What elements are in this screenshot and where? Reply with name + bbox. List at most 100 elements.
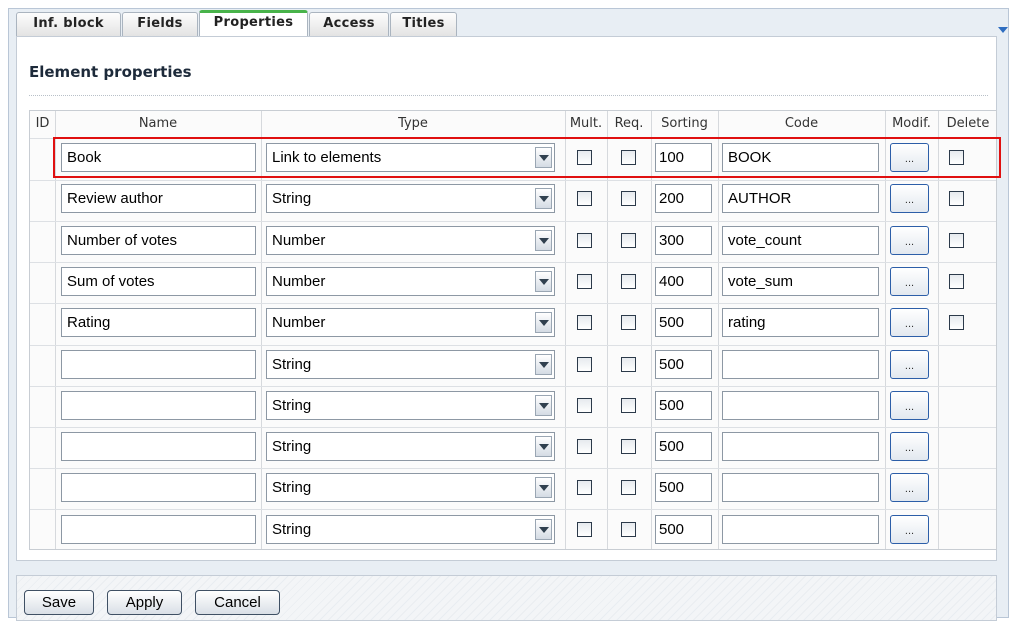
tab-menu-arrow-icon[interactable]: [998, 27, 1008, 33]
cancel-button[interactable]: Cancel: [195, 590, 280, 615]
modify-button[interactable]: ...: [890, 391, 929, 420]
code-input[interactable]: [722, 432, 879, 461]
name-input[interactable]: Number of votes: [61, 226, 256, 255]
code-input[interactable]: vote_count: [722, 226, 879, 255]
type-select[interactable]: String: [266, 515, 555, 544]
mult-checkbox[interactable]: [577, 439, 592, 454]
req-checkbox[interactable]: [621, 439, 636, 454]
save-button[interactable]: Save: [24, 590, 94, 615]
code-input[interactable]: vote_sum: [722, 267, 879, 296]
chevron-down-icon[interactable]: [535, 312, 552, 333]
chevron-down-icon[interactable]: [535, 395, 552, 416]
modify-button[interactable]: ...: [890, 432, 929, 461]
column-header-delete: Delete: [946, 116, 990, 131]
code-input[interactable]: [722, 391, 879, 420]
column-divider: [565, 111, 566, 549]
chevron-down-icon[interactable]: [535, 354, 552, 375]
req-checkbox[interactable]: [621, 233, 636, 248]
type-select[interactable]: Number: [266, 308, 555, 337]
type-select[interactable]: String: [266, 432, 555, 461]
name-input[interactable]: [61, 432, 256, 461]
type-select[interactable]: String: [266, 350, 555, 379]
type-select[interactable]: String: [266, 473, 555, 502]
code-input[interactable]: [722, 473, 879, 502]
modify-button[interactable]: ...: [890, 308, 929, 337]
req-checkbox[interactable]: [621, 522, 636, 537]
mult-checkbox[interactable]: [577, 191, 592, 206]
mult-checkbox[interactable]: [577, 233, 592, 248]
sorting-input[interactable]: 500: [655, 515, 712, 544]
req-checkbox[interactable]: [621, 357, 636, 372]
code-input[interactable]: rating: [722, 308, 879, 337]
sorting-input[interactable]: 500: [655, 391, 712, 420]
delete-checkbox[interactable]: [949, 233, 964, 248]
chevron-down-icon[interactable]: [535, 147, 552, 168]
type-select[interactable]: Link to elements: [266, 143, 555, 172]
row-divider: [30, 303, 996, 304]
sorting-input[interactable]: 500: [655, 432, 712, 461]
chevron-down-icon[interactable]: [535, 436, 552, 457]
sorting-input[interactable]: 500: [655, 350, 712, 379]
chevron-down-icon[interactable]: [535, 271, 552, 292]
code-input[interactable]: [722, 350, 879, 379]
sorting-input[interactable]: 500: [655, 473, 712, 502]
type-select-value: String: [272, 356, 312, 373]
name-input[interactable]: Book: [61, 143, 256, 172]
tab-inf-block[interactable]: Inf. block: [16, 12, 121, 36]
mult-checkbox[interactable]: [577, 315, 592, 330]
delete-checkbox[interactable]: [949, 274, 964, 289]
mult-checkbox[interactable]: [577, 150, 592, 165]
type-select[interactable]: Number: [266, 267, 555, 296]
title-divider: [29, 95, 988, 96]
modify-button[interactable]: ...: [890, 184, 929, 213]
code-input[interactable]: [722, 515, 879, 544]
name-input[interactable]: Sum of votes: [61, 267, 256, 296]
req-checkbox[interactable]: [621, 398, 636, 413]
sorting-input[interactable]: 300: [655, 226, 712, 255]
modify-button[interactable]: ...: [890, 143, 929, 172]
chevron-down-icon[interactable]: [535, 188, 552, 209]
type-select[interactable]: String: [266, 391, 555, 420]
sorting-input[interactable]: 100: [655, 143, 712, 172]
req-checkbox[interactable]: [621, 274, 636, 289]
mult-checkbox[interactable]: [577, 398, 592, 413]
modify-button[interactable]: ...: [890, 473, 929, 502]
code-input[interactable]: AUTHOR: [722, 184, 879, 213]
column-divider: [607, 111, 608, 549]
name-input[interactable]: Rating: [61, 308, 256, 337]
mult-checkbox[interactable]: [577, 522, 592, 537]
sorting-input[interactable]: 500: [655, 308, 712, 337]
req-checkbox[interactable]: [621, 150, 636, 165]
type-select[interactable]: Number: [266, 226, 555, 255]
req-checkbox[interactable]: [621, 315, 636, 330]
name-input[interactable]: [61, 473, 256, 502]
chevron-down-icon[interactable]: [535, 477, 552, 498]
name-input[interactable]: [61, 391, 256, 420]
chevron-down-icon[interactable]: [535, 519, 552, 540]
tab-access[interactable]: Access: [309, 12, 389, 36]
tab-properties[interactable]: Properties: [199, 10, 308, 36]
delete-checkbox[interactable]: [949, 191, 964, 206]
req-checkbox[interactable]: [621, 480, 636, 495]
modify-button[interactable]: ...: [890, 350, 929, 379]
type-select[interactable]: String: [266, 184, 555, 213]
code-input[interactable]: BOOK: [722, 143, 879, 172]
modify-button[interactable]: ...: [890, 515, 929, 544]
modify-button[interactable]: ...: [890, 267, 929, 296]
name-input[interactable]: [61, 515, 256, 544]
tab-fields[interactable]: Fields: [122, 12, 198, 36]
name-input[interactable]: [61, 350, 256, 379]
sorting-input[interactable]: 200: [655, 184, 712, 213]
tab-titles[interactable]: Titles: [390, 12, 457, 36]
apply-button[interactable]: Apply: [107, 590, 182, 615]
mult-checkbox[interactable]: [577, 480, 592, 495]
modify-button[interactable]: ...: [890, 226, 929, 255]
mult-checkbox[interactable]: [577, 357, 592, 372]
chevron-down-icon[interactable]: [535, 230, 552, 251]
mult-checkbox[interactable]: [577, 274, 592, 289]
sorting-input[interactable]: 400: [655, 267, 712, 296]
delete-checkbox[interactable]: [949, 150, 964, 165]
name-input[interactable]: Review author: [61, 184, 256, 213]
req-checkbox[interactable]: [621, 191, 636, 206]
delete-checkbox[interactable]: [949, 315, 964, 330]
